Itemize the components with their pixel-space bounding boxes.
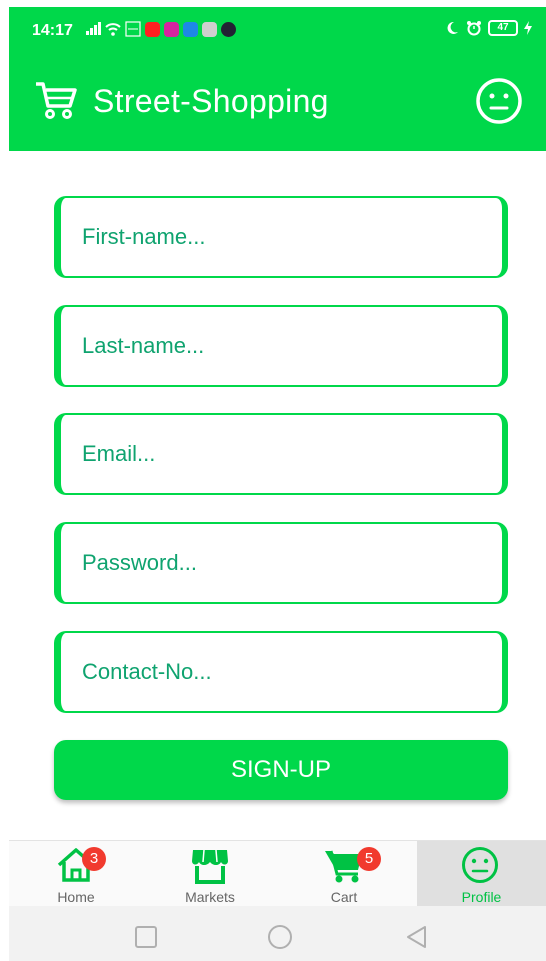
home-circle-icon[interactable] [267,924,293,950]
last-name-field[interactable] [54,305,508,387]
password-input[interactable] [61,524,502,602]
first-name-field[interactable] [54,196,508,278]
youtube-icon [145,21,160,37]
wifi-icon [105,23,121,36]
password-field[interactable] [54,522,508,604]
store-icon [192,849,228,884]
app-bar: Street-Shopping [9,63,546,139]
contact-input[interactable] [61,633,502,711]
nav-label-profile: Profile [461,889,502,905]
moon-icon [447,21,458,34]
app-icon [183,21,198,37]
home-badge: 3 [82,847,106,871]
first-name-input[interactable] [61,198,502,276]
alarm-icon [467,21,481,36]
nav-label-cart: Cart [330,889,358,905]
status-time: 14:17 [32,22,73,39]
phone-screen: 14:17 47 Street-Shopping First-name... L… [9,7,546,961]
instagram-icon [164,21,179,37]
email-input[interactable] [61,415,502,493]
smiley-face-icon [462,847,498,883]
drive-icon [202,21,217,37]
nav-label-markets: Markets [185,889,235,905]
cart-icon [36,82,77,119]
battery-icon: 47 [488,20,518,36]
last-name-input[interactable] [61,307,502,385]
system-nav-bar [9,906,546,961]
smiley-face-icon[interactable] [475,77,523,125]
signup-button[interactable]: SIGN-UP [54,740,508,800]
top-bar: 14:17 47 Street-Shopping [9,7,546,151]
status-icons-right: 47 [444,20,532,36]
app-icon [221,21,236,37]
nav-item-cart[interactable]: 5 Cart [277,841,411,907]
volte-icon [125,21,141,37]
back-icon[interactable] [404,924,430,950]
nav-item-markets[interactable]: Markets [143,841,277,907]
email-field[interactable] [54,413,508,495]
bottom-nav: 3 Home Markets 5 Cart Profile [9,840,546,907]
nav-item-home[interactable]: 3 Home [9,841,143,907]
app-title: Street-Shopping [93,83,329,119]
status-icons-left [85,21,236,37]
contact-field[interactable] [54,631,508,713]
nav-item-profile[interactable]: Profile [417,841,546,907]
signal-icon [86,22,101,35]
cart-badge: 5 [357,847,381,871]
charging-icon [524,21,532,35]
nav-label-home: Home [57,889,95,905]
status-bar: 14:17 47 [9,7,546,53]
recents-icon[interactable] [133,924,159,950]
